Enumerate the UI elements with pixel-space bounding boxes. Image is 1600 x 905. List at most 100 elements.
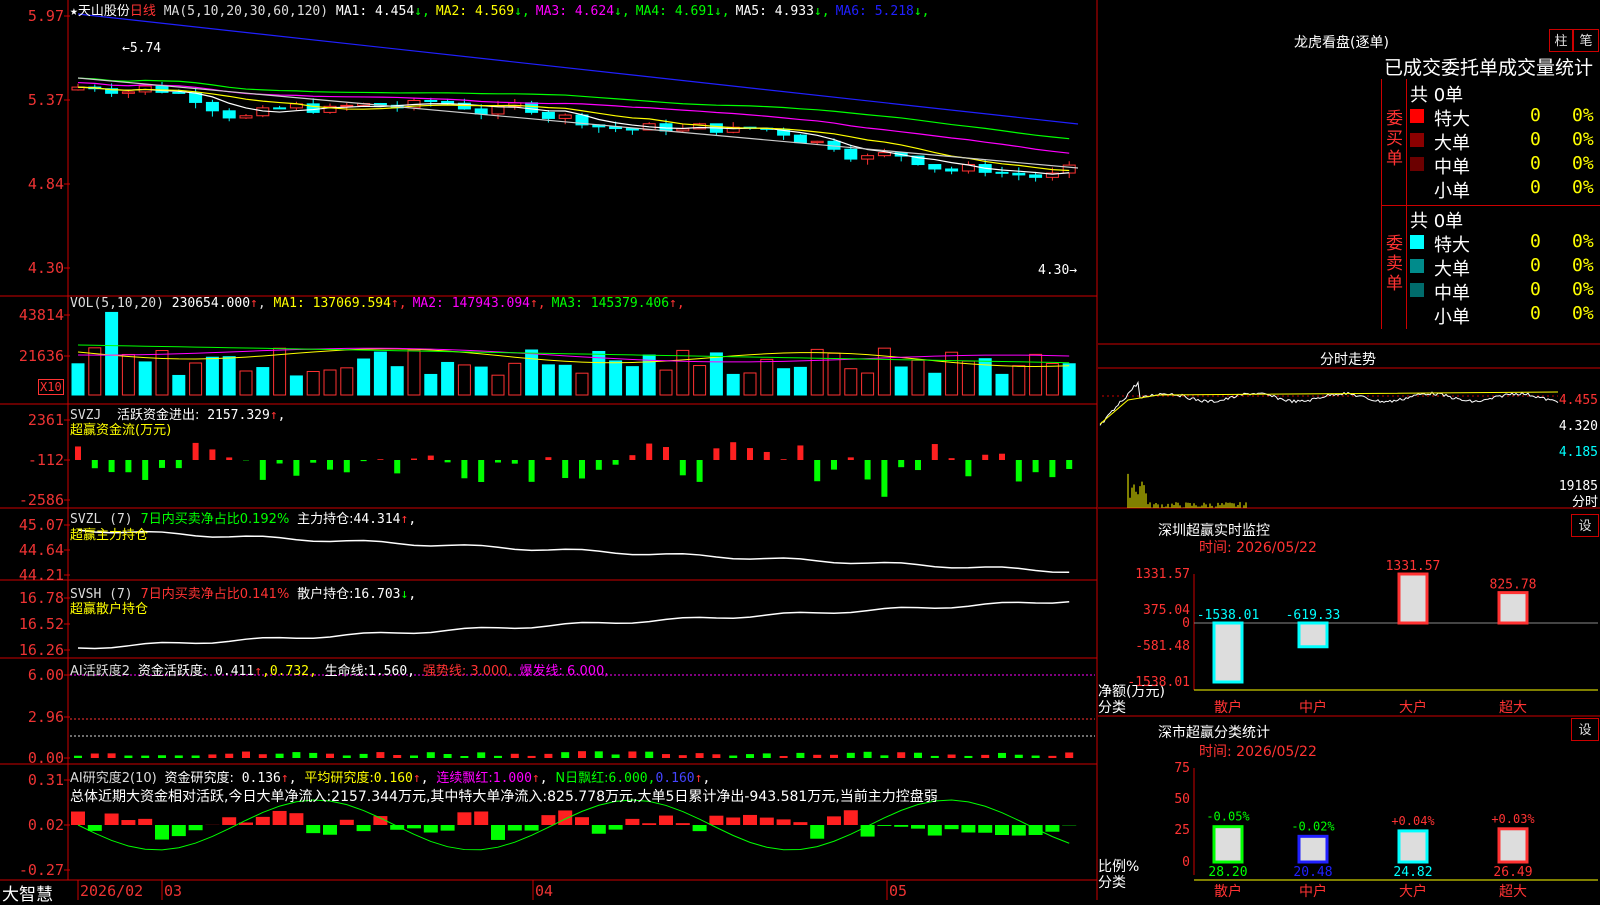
ai-research-bar bbox=[88, 825, 102, 831]
candle-body bbox=[341, 105, 353, 106]
ai-research-bar bbox=[407, 825, 421, 828]
candle-body bbox=[996, 172, 1008, 173]
volume-bar bbox=[912, 360, 924, 395]
volume-bar bbox=[492, 375, 504, 395]
classify-ylabel-tick: 50 bbox=[1174, 792, 1190, 807]
ai-active-bar bbox=[276, 754, 284, 758]
period-label[interactable]: 日线 bbox=[130, 4, 156, 19]
volume-bar bbox=[408, 350, 420, 395]
vol-unit: X10 bbox=[38, 379, 64, 395]
ma-label: MA1: bbox=[336, 4, 367, 19]
svzj-bar bbox=[562, 460, 568, 478]
svzl-sep: , bbox=[408, 512, 416, 527]
ai-research-v2: 0.160 bbox=[374, 771, 413, 786]
ai-research-bar bbox=[945, 825, 959, 829]
ai-active-bar bbox=[528, 756, 536, 758]
svzj-bar bbox=[478, 460, 484, 482]
ma-params: MA(5,10,20,30,60,120) bbox=[164, 4, 328, 19]
candle-body bbox=[845, 149, 857, 159]
volume-bar bbox=[895, 367, 907, 395]
volume-bar bbox=[1013, 366, 1025, 395]
ai-active-bar bbox=[847, 753, 855, 758]
svsh-ylabel: 16.26 bbox=[19, 641, 64, 659]
vol-ma-arrow: ↑, bbox=[391, 296, 407, 311]
classify-category: 散户 bbox=[1214, 883, 1242, 900]
svzj-bar bbox=[226, 457, 232, 460]
date-label: 05 bbox=[889, 882, 907, 900]
ai-research-bar bbox=[541, 815, 555, 825]
ai-active-v1: 0.411 bbox=[215, 664, 254, 679]
ai-active-bar bbox=[1065, 752, 1073, 758]
ai-active-ylabel: 6.00 bbox=[28, 666, 64, 684]
vol-ma-values: MA1: 137069.594↑,MA2: 147943.094↑,MA3: 1… bbox=[274, 296, 691, 311]
ai-active-bar bbox=[645, 752, 653, 758]
svzj-bar bbox=[949, 458, 955, 460]
vol-ma-1: MA1: 137069.594↑, bbox=[274, 296, 407, 311]
ai-research-bar bbox=[289, 813, 303, 825]
ai-active-bar bbox=[964, 756, 972, 758]
candle-body bbox=[526, 103, 538, 113]
ai-research-avg: 平均研究度: bbox=[304, 771, 373, 786]
volume-bar bbox=[794, 367, 806, 395]
ai-research-bar bbox=[978, 825, 992, 833]
ai-research-sep2: , bbox=[421, 771, 429, 786]
volume-bar bbox=[358, 359, 370, 395]
ma6-line bbox=[78, 14, 1078, 124]
ai-research-bar bbox=[995, 825, 1009, 835]
date-label: 04 bbox=[535, 882, 553, 900]
svzj-bar bbox=[277, 460, 283, 463]
candle-body bbox=[206, 102, 218, 110]
vol-ma-value: 145379.406 bbox=[583, 296, 669, 311]
ai-active-bar bbox=[158, 755, 166, 758]
svzj-bar bbox=[747, 448, 753, 460]
main-chart-area[interactable]: 5.975.374.844.3043814216362361-112-25864… bbox=[0, 0, 1098, 900]
candle-body bbox=[794, 135, 806, 142]
high-note: ←5.74 bbox=[122, 41, 161, 56]
svsh-ylabel: 16.52 bbox=[19, 615, 64, 633]
ma-arrow: ↓, bbox=[814, 4, 830, 19]
ai-research-bar bbox=[457, 812, 471, 825]
ma-5: MA5: 4.933↓, bbox=[736, 4, 830, 19]
ai-research-v4: 6.000, bbox=[609, 771, 656, 786]
brand-logo[interactable]: 大智慧 bbox=[2, 880, 53, 905]
ai-research-label: AI研究度2(10) bbox=[70, 771, 157, 786]
classify-change-label: -0.05% bbox=[1206, 810, 1250, 824]
svzj-bar bbox=[109, 460, 115, 472]
ai-research-bar bbox=[676, 823, 690, 825]
volume-bar bbox=[778, 369, 790, 395]
ai-active-bar bbox=[914, 753, 922, 758]
svzj-bar bbox=[982, 455, 988, 460]
classify-bar bbox=[1399, 831, 1427, 862]
svzl-ylabel: 45.07 bbox=[19, 516, 64, 534]
right-panel: 龙虎看盘(逐单) 柱 笔 已成交委托单成交量统计 委买单 委卖单 共 0单 共 … bbox=[1098, 0, 1600, 900]
svzl-subtitle: 超赢主力持仓 bbox=[70, 524, 148, 543]
ai-research-bar bbox=[709, 816, 723, 825]
svzj-bar bbox=[713, 448, 719, 460]
ai-research-a1: ↑ bbox=[281, 771, 289, 786]
ma-6: MA6: 5.218↓, bbox=[836, 4, 930, 19]
volume-bar bbox=[559, 365, 571, 395]
ai-active-ylabel: 2.96 bbox=[28, 708, 64, 726]
ai-research-ylabel: 0.31 bbox=[28, 771, 64, 789]
ai-active-bar bbox=[292, 752, 300, 758]
svzj-bar bbox=[1049, 460, 1055, 477]
ai-research-bar bbox=[609, 825, 623, 830]
ai-research-bar bbox=[894, 825, 908, 827]
ai-research-bar bbox=[340, 820, 354, 825]
volume-bar bbox=[576, 373, 588, 395]
volume-bar bbox=[660, 370, 672, 395]
svzj-bar bbox=[142, 460, 148, 480]
ma-label: MA6: bbox=[836, 4, 867, 19]
vol-ylabel: 21636 bbox=[19, 347, 64, 365]
svzj-bar bbox=[1016, 460, 1022, 481]
volume-bar bbox=[509, 363, 521, 395]
star-icon[interactable]: ★ bbox=[70, 4, 78, 19]
right-charts[interactable]: 4.4554.3204.18519185分时1331.57375.040-581… bbox=[1098, 0, 1600, 900]
ma-3: MA3: 4.624↓, bbox=[536, 4, 630, 19]
ai-research-bar bbox=[1045, 825, 1059, 832]
ai-research-bar bbox=[323, 825, 337, 835]
volume-bar bbox=[475, 367, 487, 395]
ma-value: 4.691 bbox=[667, 4, 714, 19]
ai-active-bar bbox=[309, 753, 317, 758]
svzj-bar bbox=[361, 460, 367, 461]
